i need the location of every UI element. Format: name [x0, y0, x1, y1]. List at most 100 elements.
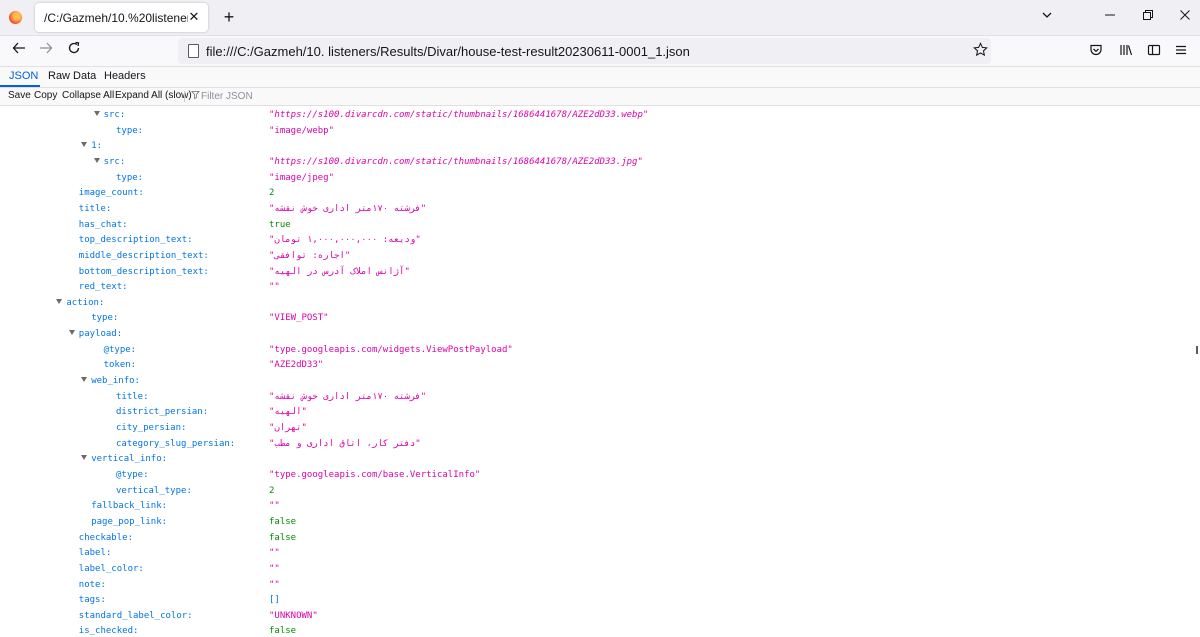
- filter-json-input[interactable]: [201, 89, 321, 103]
- json-row[interactable]: src: "https://s100.divarcdn.com/static/th…: [0, 108, 1194, 123]
- json-value: false: [269, 532, 297, 543]
- library-icon[interactable]: [1118, 43, 1134, 59]
- new-tab-button[interactable]: +: [219, 7, 239, 27]
- restore-icon[interactable]: [1140, 9, 1156, 25]
- json-row[interactable]: vertical_type: 2: [0, 484, 1194, 499]
- json-row[interactable]: title: "فرشته ۱۷۰متر اداری خوش نقشه": [0, 390, 1194, 405]
- json-value: "دفتر کار، اتاق اداری و مطب": [269, 438, 421, 449]
- json-value: "https://s100.divarcdn.com/static/thumbn…: [269, 110, 649, 120]
- active-tab-indicator: [0, 85, 40, 87]
- expand-toggle-icon[interactable]: [93, 157, 100, 163]
- json-value: "": [269, 548, 280, 559]
- tab-strip: /C:/Gazmeh/10.%20listeners/Result ✕ +: [0, 0, 1200, 36]
- hamburger-menu-icon[interactable]: [1173, 43, 1189, 59]
- json-row[interactable]: city_persian: "تهران": [0, 421, 1194, 436]
- json-key: label:: [78, 548, 112, 559]
- json-row[interactable]: web_info:: [0, 374, 1194, 389]
- json-row[interactable]: src: "https://s100.divarcdn.com/static/th…: [0, 155, 1194, 170]
- collapse-all-button[interactable]: Collapse All: [62, 90, 114, 101]
- json-row[interactable]: type: "VIEW_POST": [0, 311, 1194, 326]
- close-icon[interactable]: [1177, 9, 1193, 25]
- json-value: "ودیعه: ۱,۰۰۰,۰۰۰,۰۰۰ تومان": [269, 235, 421, 246]
- json-key: page_pop_link:: [91, 516, 168, 527]
- json-row[interactable]: tags: []: [0, 593, 1194, 608]
- json-row[interactable]: fallback_link: "": [0, 499, 1194, 514]
- json-value: 2: [269, 485, 275, 496]
- json-value: false: [269, 626, 297, 637]
- copy-button[interactable]: Copy: [34, 90, 57, 101]
- chevron-down-icon[interactable]: [1039, 9, 1055, 25]
- json-value: false: [269, 516, 297, 527]
- json-row[interactable]: title: "فرشته ۱۷۰متر اداری خوش نقشه": [0, 202, 1194, 217]
- json-row[interactable]: @type: "type.googleapis.com/widgets.ViewP…: [0, 343, 1194, 358]
- expand-all-button[interactable]: Expand All (slow): [115, 90, 192, 101]
- close-tab-icon[interactable]: ✕: [186, 9, 202, 25]
- expand-toggle-icon[interactable]: [81, 377, 88, 383]
- json-row[interactable]: category_slug_persian: "دفتر کار، اتاق اد…: [0, 437, 1194, 452]
- json-row[interactable]: type: "image/webp": [0, 124, 1194, 139]
- json-key: title:: [116, 391, 149, 402]
- url-bar[interactable]: file:///C:/Gazmeh/10. listeners/Results/…: [178, 38, 991, 64]
- json-value: "": [269, 579, 280, 590]
- reload-icon[interactable]: [64, 41, 84, 61]
- json-value: "آژانس املاک آدرس در الهیه": [269, 266, 410, 277]
- json-row[interactable]: token: "AZE2dD33": [0, 358, 1194, 373]
- json-row[interactable]: payload:: [0, 327, 1194, 342]
- json-row[interactable]: district_persian: "الهیه": [0, 405, 1194, 420]
- json-row[interactable]: vertical_info:: [0, 452, 1194, 467]
- json-value: "فرشته ۱۷۰متر اداری خوش نقشه": [269, 203, 427, 214]
- expand-toggle-icon[interactable]: [93, 111, 100, 116]
- expand-toggle-icon[interactable]: [81, 455, 88, 461]
- json-row[interactable]: label_color: "": [0, 562, 1194, 577]
- json-value: "": [269, 282, 280, 293]
- back-arrow-icon[interactable]: [9, 41, 29, 61]
- json-row[interactable]: middle_description_text: "اجاره: توافقی": [0, 249, 1194, 264]
- json-value: "VIEW_POST": [269, 313, 329, 324]
- json-row[interactable]: label: "": [0, 546, 1194, 561]
- browser-tab[interactable]: /C:/Gazmeh/10.%20listeners/Result ✕: [35, 3, 208, 32]
- json-value: "تهران": [269, 423, 307, 433]
- tab-json[interactable]: JSON: [9, 70, 38, 82]
- json-key: token:: [103, 360, 137, 371]
- json-row[interactable]: @type: "type.googleapis.com/base.Vertical…: [0, 468, 1194, 483]
- expand-toggle-icon[interactable]: [81, 142, 88, 148]
- scrollbar-thumb[interactable]: [1196, 346, 1198, 354]
- json-toolbar: Save Copy Collapse All Expand All (slow): [0, 88, 1200, 106]
- json-row[interactable]: page_pop_link: false: [0, 515, 1194, 530]
- json-row[interactable]: standard_label_color: "UNKNOWN": [0, 609, 1194, 624]
- pocket-icon[interactable]: [1088, 43, 1104, 59]
- forward-arrow-icon[interactable]: [36, 41, 56, 61]
- json-value: "image/jpeg": [269, 172, 335, 183]
- json-key: action:: [66, 297, 105, 308]
- json-row[interactable]: has_chat: true: [0, 218, 1194, 233]
- json-row[interactable]: note: "": [0, 578, 1194, 593]
- json-row[interactable]: red_text: "": [0, 280, 1194, 295]
- expand-toggle-icon[interactable]: [56, 298, 63, 304]
- json-row[interactable]: top_description_text: "ودیعه: ۱,۰۰۰,۰۰۰,۰…: [0, 233, 1194, 248]
- json-row[interactable]: is_checked: false: [0, 624, 1194, 637]
- json-key: type:: [116, 125, 144, 136]
- json-key: fallback_link:: [91, 501, 168, 512]
- firefox-logo-icon[interactable]: [9, 11, 22, 24]
- sidebar-icon[interactable]: [1146, 43, 1162, 59]
- save-button[interactable]: Save: [8, 90, 31, 101]
- url-text[interactable]: file:///C:/Gazmeh/10. listeners/Results/…: [206, 44, 690, 59]
- json-key: bottom_description_text:: [78, 266, 209, 277]
- expand-toggle-icon[interactable]: [68, 330, 75, 336]
- toolbar-divider: [184, 91, 185, 102]
- json-value: "UNKNOWN": [269, 610, 318, 621]
- json-row[interactable]: checkable: false: [0, 531, 1194, 546]
- json-value: "image/webp": [269, 125, 335, 136]
- minimize-icon[interactable]: [1102, 9, 1118, 25]
- json-row[interactable]: action:: [0, 296, 1194, 311]
- json-value: "type.googleapis.com/widgets.ViewPostPay…: [269, 344, 513, 355]
- json-row[interactable]: image_count: 2: [0, 186, 1194, 201]
- json-row[interactable]: 1:: [0, 139, 1194, 154]
- star-icon[interactable]: [971, 42, 989, 60]
- json-value: 2: [269, 188, 275, 199]
- json-row[interactable]: bottom_description_text: "آژانس املاک آدر…: [0, 265, 1194, 280]
- json-key: title:: [78, 203, 112, 214]
- json-row[interactable]: type: "image/jpeg": [0, 171, 1194, 186]
- tab-raw-data[interactable]: Raw Data: [48, 70, 96, 82]
- tab-headers[interactable]: Headers: [104, 70, 146, 82]
